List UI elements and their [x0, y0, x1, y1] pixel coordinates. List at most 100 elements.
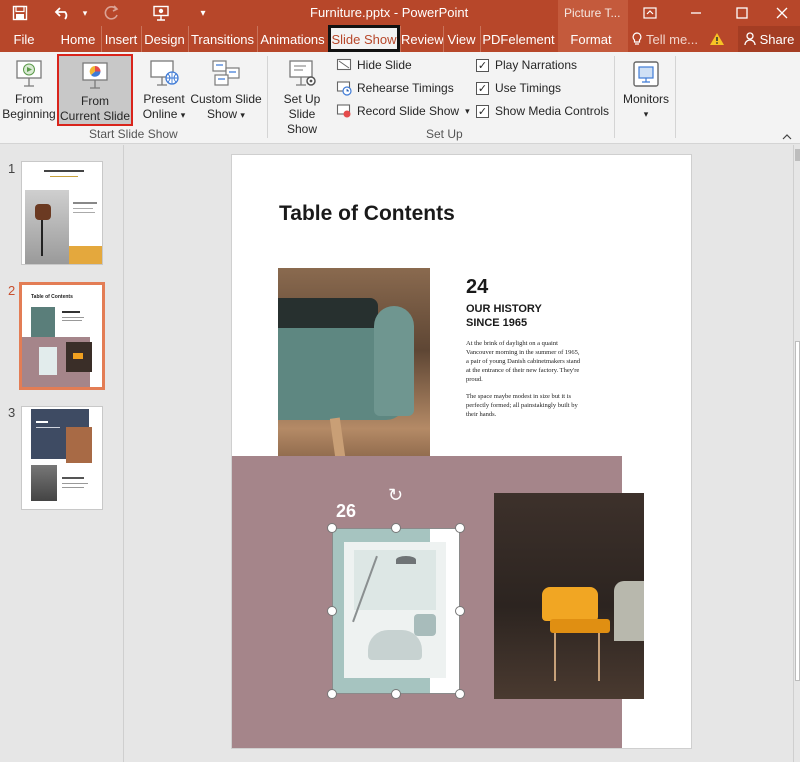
use-timings-checkbox[interactable]: ✓ Use Timings [476, 78, 561, 98]
thumb2-text-line [62, 320, 82, 321]
record-slide-show-label: Record Slide Show [357, 104, 460, 118]
thumb2-sofa-image [31, 307, 55, 337]
present-icon[interactable] [148, 0, 174, 26]
tab-file[interactable]: File [0, 26, 48, 52]
history-paragraph-1[interactable]: At the brink of daylight on a quaint Van… [466, 339, 584, 384]
play-narrations-check[interactable]: ✓ [476, 58, 489, 72]
picture-tools-context-label: Picture T... [558, 0, 628, 26]
scroll-thumb[interactable] [795, 341, 800, 681]
undo-icon[interactable] [48, 0, 78, 26]
from-beginning-button[interactable]: From Beginning [2, 54, 56, 126]
vertical-scrollbar[interactable] [793, 145, 800, 762]
history-paragraph-2[interactable]: The space maybe modest in size but it is… [466, 392, 584, 419]
custom-show-label-2: Show ▾ [207, 107, 245, 121]
tab-review[interactable]: Review [400, 26, 444, 52]
section-number-24[interactable]: 24 [466, 276, 488, 299]
record-slide-show-button[interactable]: Record Slide Show ▾ [336, 101, 470, 121]
rehearse-timings-label: Rehearse Timings [357, 81, 454, 95]
redo-icon[interactable] [100, 0, 124, 26]
thumb3-text-line [62, 477, 84, 479]
from-beginning-icon [13, 58, 45, 90]
resize-handle-right[interactable] [455, 606, 465, 616]
group-separator [614, 56, 615, 138]
custom-slide-show-button[interactable]: Custom Slide Show ▾ [190, 54, 262, 126]
collapse-ribbon-icon[interactable] [782, 130, 792, 144]
show-media-controls-label: Show Media Controls [495, 104, 610, 118]
history-heading-line-1[interactable]: OUR HISTORY [466, 303, 542, 315]
sofa-photo[interactable] [278, 268, 430, 474]
thumb1-title-line [44, 170, 84, 172]
close-icon[interactable] [764, 0, 800, 26]
rehearse-timings-button[interactable]: Rehearse Timings [336, 78, 454, 98]
maximize-icon[interactable] [724, 0, 760, 26]
section-number-26[interactable]: 26 [336, 501, 356, 522]
monitors-dropdown-icon: ▾ [643, 109, 649, 119]
set-up-slide-show-button[interactable]: Set Up Slide Show [272, 54, 332, 136]
tab-home[interactable]: Home [57, 26, 99, 52]
tab-animations[interactable]: Animations [257, 26, 327, 52]
thumb3-text-line [62, 487, 84, 488]
tab-transitions[interactable]: Transitions [188, 26, 256, 52]
resize-handle-top-left[interactable] [327, 523, 337, 533]
resize-handle-bottom-right[interactable] [455, 689, 465, 699]
record-dropdown-icon[interactable]: ▾ [465, 106, 470, 117]
tab-view[interactable]: View [443, 26, 479, 52]
from-current-slide-button[interactable]: From Current Slide [57, 54, 133, 126]
history-heading-line-2[interactable]: SINCE 1965 [466, 317, 527, 329]
undo-dropdown-icon[interactable]: ▾ [80, 0, 90, 26]
tab-insert[interactable]: Insert [101, 26, 140, 52]
present-online-button[interactable]: Present Online ▾ [138, 54, 190, 126]
thumb1-text-line [73, 212, 95, 213]
thumb1-text-line [73, 202, 97, 204]
tab-format[interactable]: Format [560, 26, 622, 52]
minimize-icon[interactable] [678, 0, 714, 26]
from-current-label-2: Current Slide [59, 109, 131, 123]
tab-slide-show[interactable]: Slide Show [328, 25, 400, 52]
slide-thumbnail-panel[interactable]: 1 2 Table of Contents 3 [0, 145, 124, 762]
monitors-icon [630, 58, 662, 90]
thumb3-text-line [62, 483, 88, 484]
resize-handle-top-right[interactable] [455, 523, 465, 533]
monitors-button[interactable]: Monitors ▾ [620, 54, 672, 126]
slide-canvas[interactable]: Table of Contents 24 OUR HISTORY SINCE 1… [231, 154, 692, 749]
rotate-handle-icon[interactable]: ↻ [388, 485, 403, 506]
slide-thumbnail-3[interactable] [21, 406, 103, 510]
ribbon-slide-show: From Beginning From Current Slide Presen… [0, 52, 800, 144]
title-bar: ▾ ▾ Furniture.pptx - PowerPoint Picture … [0, 0, 800, 26]
show-media-controls-checkbox[interactable]: ✓ Show Media Controls [476, 101, 609, 121]
resize-handle-left[interactable] [327, 606, 337, 616]
tell-me-search[interactable]: Tell me... [632, 26, 704, 52]
play-narrations-checkbox[interactable]: ✓ Play Narrations [476, 55, 577, 75]
tab-pdfelement[interactable]: PDFelement [480, 26, 556, 52]
hide-slide-icon [336, 57, 352, 73]
monitors-label: Monitors [622, 92, 669, 106]
slide-thumbnail-2-selected[interactable]: Table of Contents [19, 282, 105, 390]
use-timings-label: Use Timings [495, 81, 562, 95]
share-button[interactable]: Share [738, 26, 800, 52]
ribbon-display-options-icon[interactable] [632, 0, 668, 26]
resize-handle-bottom-left[interactable] [327, 689, 337, 699]
group-separator [675, 56, 676, 138]
scroll-up-arrow[interactable] [795, 149, 800, 161]
set-up-slide-show-icon [286, 58, 318, 90]
save-icon[interactable] [6, 0, 34, 26]
thumb2-image [39, 347, 57, 375]
group-label-set-up: Set Up [426, 127, 463, 141]
thumb2-text-line [62, 317, 84, 318]
rehearse-timings-icon [336, 80, 352, 96]
tab-design[interactable]: Design [141, 26, 187, 52]
from-current-slide-icon [79, 60, 111, 92]
window-title: Furniture.pptx - PowerPoint [310, 5, 469, 20]
warning-icon[interactable] [706, 26, 728, 52]
show-media-controls-check[interactable]: ✓ [476, 104, 489, 118]
hide-slide-button[interactable]: Hide Slide [336, 55, 412, 75]
resize-handle-top[interactable] [391, 523, 401, 533]
slide-thumbnail-1[interactable] [21, 161, 103, 265]
orange-chair-photo[interactable] [494, 493, 644, 699]
thumb2-title: Table of Contents [31, 294, 73, 300]
slide-title[interactable]: Table of Contents [279, 202, 455, 226]
use-timings-check[interactable]: ✓ [476, 81, 489, 95]
customize-qat-icon[interactable]: ▾ [196, 0, 210, 26]
play-narrations-label: Play Narrations [495, 58, 578, 72]
resize-handle-bottom[interactable] [391, 689, 401, 699]
